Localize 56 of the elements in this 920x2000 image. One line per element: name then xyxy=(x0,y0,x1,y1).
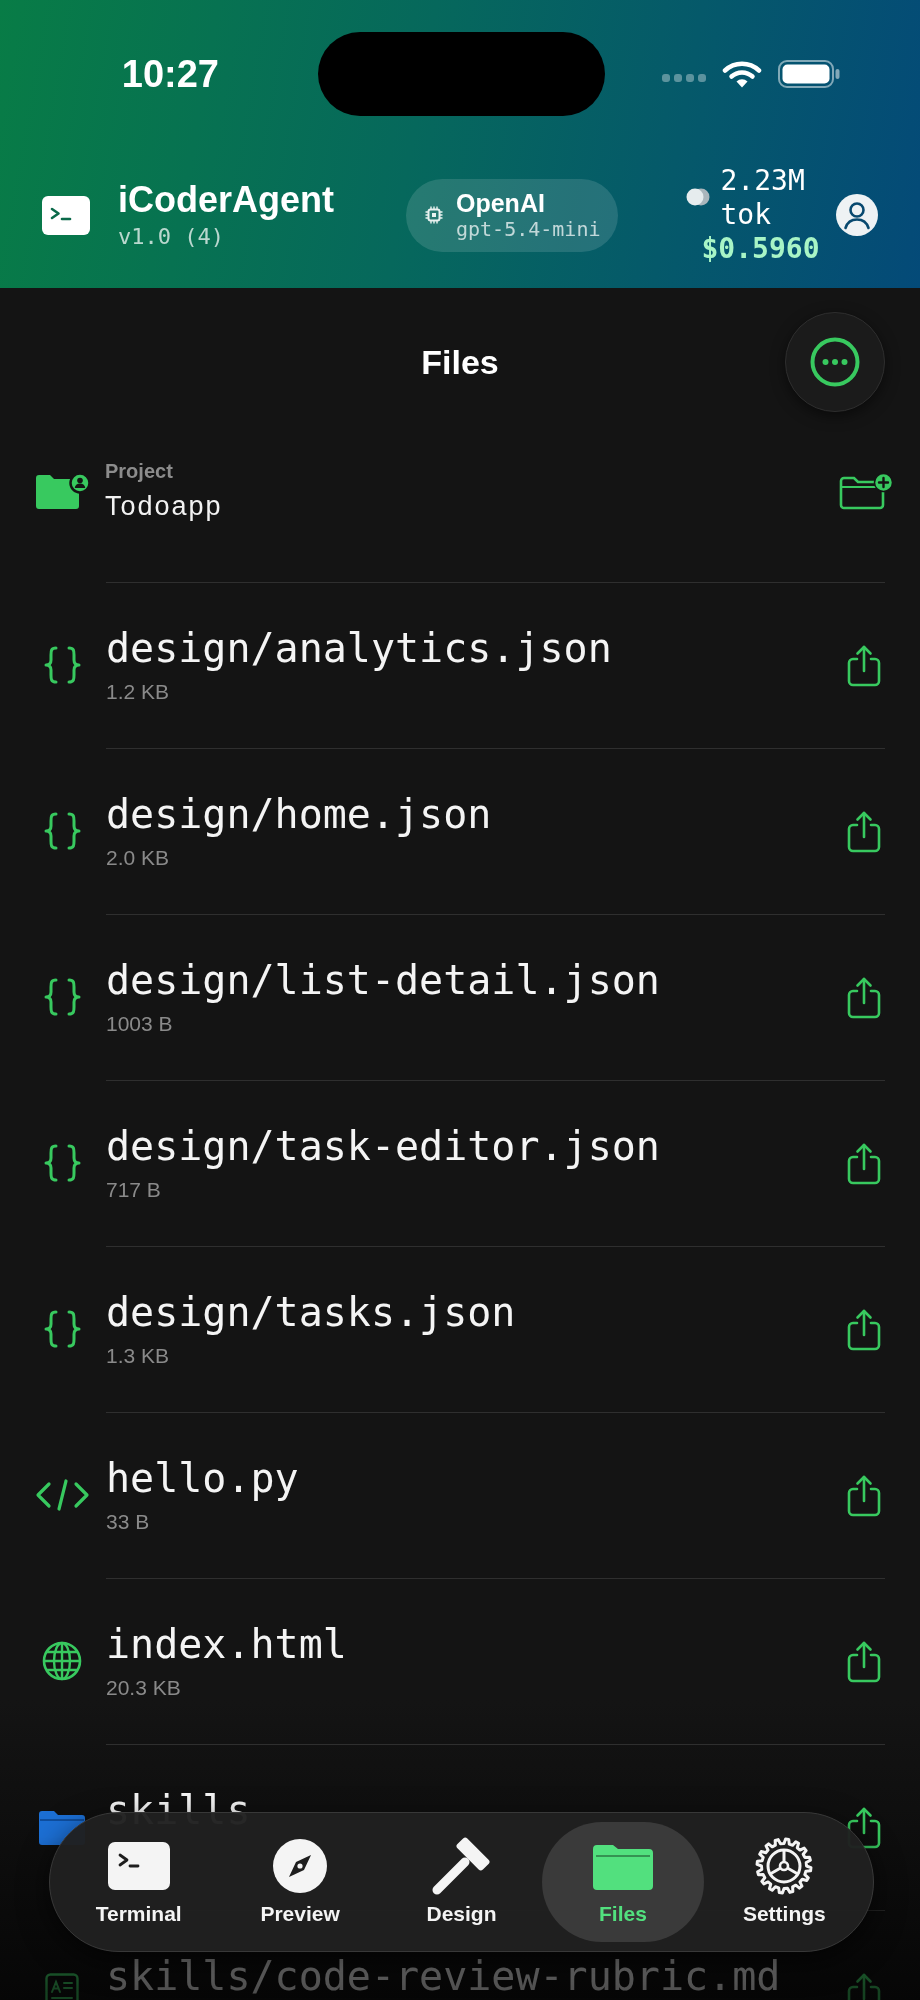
project-label: Project xyxy=(105,459,173,483)
design-tab[interactable]: Design xyxy=(380,1822,543,1942)
terminal-icon xyxy=(42,195,90,235)
file-size: 33 B xyxy=(106,1509,150,1535)
braces-icon xyxy=(43,646,81,684)
share-icon[interactable] xyxy=(846,1308,882,1351)
folder-plus-icon[interactable] xyxy=(839,472,893,510)
coins-icon xyxy=(685,188,710,206)
signal-icon xyxy=(662,74,706,82)
terminal-icon xyxy=(107,1842,170,1890)
files-tab[interactable]: Files xyxy=(542,1822,704,1942)
file-name[interactable]: design/tasks.json xyxy=(106,1289,516,1335)
token-count: 2.23M tok xyxy=(720,164,806,232)
file-size: 1.3 KB xyxy=(106,1343,170,1369)
project-name: Todoapp xyxy=(105,490,223,523)
ellipsis-icon xyxy=(810,337,860,387)
model-selector[interactable]: OpenAI gpt-5.4-mini xyxy=(406,178,618,252)
share-icon[interactable] xyxy=(846,976,882,1019)
chip-icon xyxy=(425,206,443,224)
file-name[interactable]: design/list-detail.json xyxy=(106,957,660,1003)
share-icon[interactable] xyxy=(846,1142,882,1185)
share-icon[interactable] xyxy=(846,644,882,687)
braces-icon xyxy=(43,1144,81,1182)
page-title: Files xyxy=(421,342,499,382)
wifi-icon xyxy=(722,60,762,88)
file-size: 20.3 KB xyxy=(106,1675,181,1701)
gear-icon xyxy=(755,1837,814,1895)
file-size: 1003 B xyxy=(106,1011,173,1037)
braces-icon xyxy=(43,812,81,850)
compass-icon xyxy=(273,1839,328,1893)
globe-icon xyxy=(42,1641,82,1681)
terminal-tab[interactable]: Terminal xyxy=(58,1822,220,1942)
battery-icon xyxy=(778,60,840,88)
cost-amount: $0.5960 xyxy=(700,232,820,266)
braces-icon xyxy=(43,1310,81,1348)
profile-icon[interactable] xyxy=(835,194,878,236)
file-size: 2.0 KB xyxy=(106,845,170,871)
preview-tab[interactable]: Preview xyxy=(219,1822,381,1942)
status-time: 10:27 xyxy=(121,52,219,96)
folder-person-icon xyxy=(36,472,89,510)
file-name[interactable]: design/home.json xyxy=(106,791,492,837)
share-icon[interactable] xyxy=(846,1474,882,1517)
braces-icon xyxy=(43,978,81,1016)
file-name[interactable]: hello.py xyxy=(106,1455,299,1501)
code-icon xyxy=(34,1479,90,1511)
file-size: 717 B xyxy=(106,1177,161,1203)
share-icon[interactable] xyxy=(846,1640,882,1683)
file-size: 1.2 KB xyxy=(106,679,170,705)
folder-icon xyxy=(592,1842,653,1890)
share-icon[interactable] xyxy=(846,810,882,853)
settings-tab[interactable]: Settings xyxy=(703,1822,866,1942)
app-version: v1.0 (4) xyxy=(118,224,225,250)
file-name[interactable]: design/task-editor.json xyxy=(106,1123,660,1169)
file-name[interactable]: design/analytics.json xyxy=(106,625,612,671)
file-name[interactable]: index.html xyxy=(106,1621,347,1667)
app-title: iCoderAgent xyxy=(118,180,335,220)
